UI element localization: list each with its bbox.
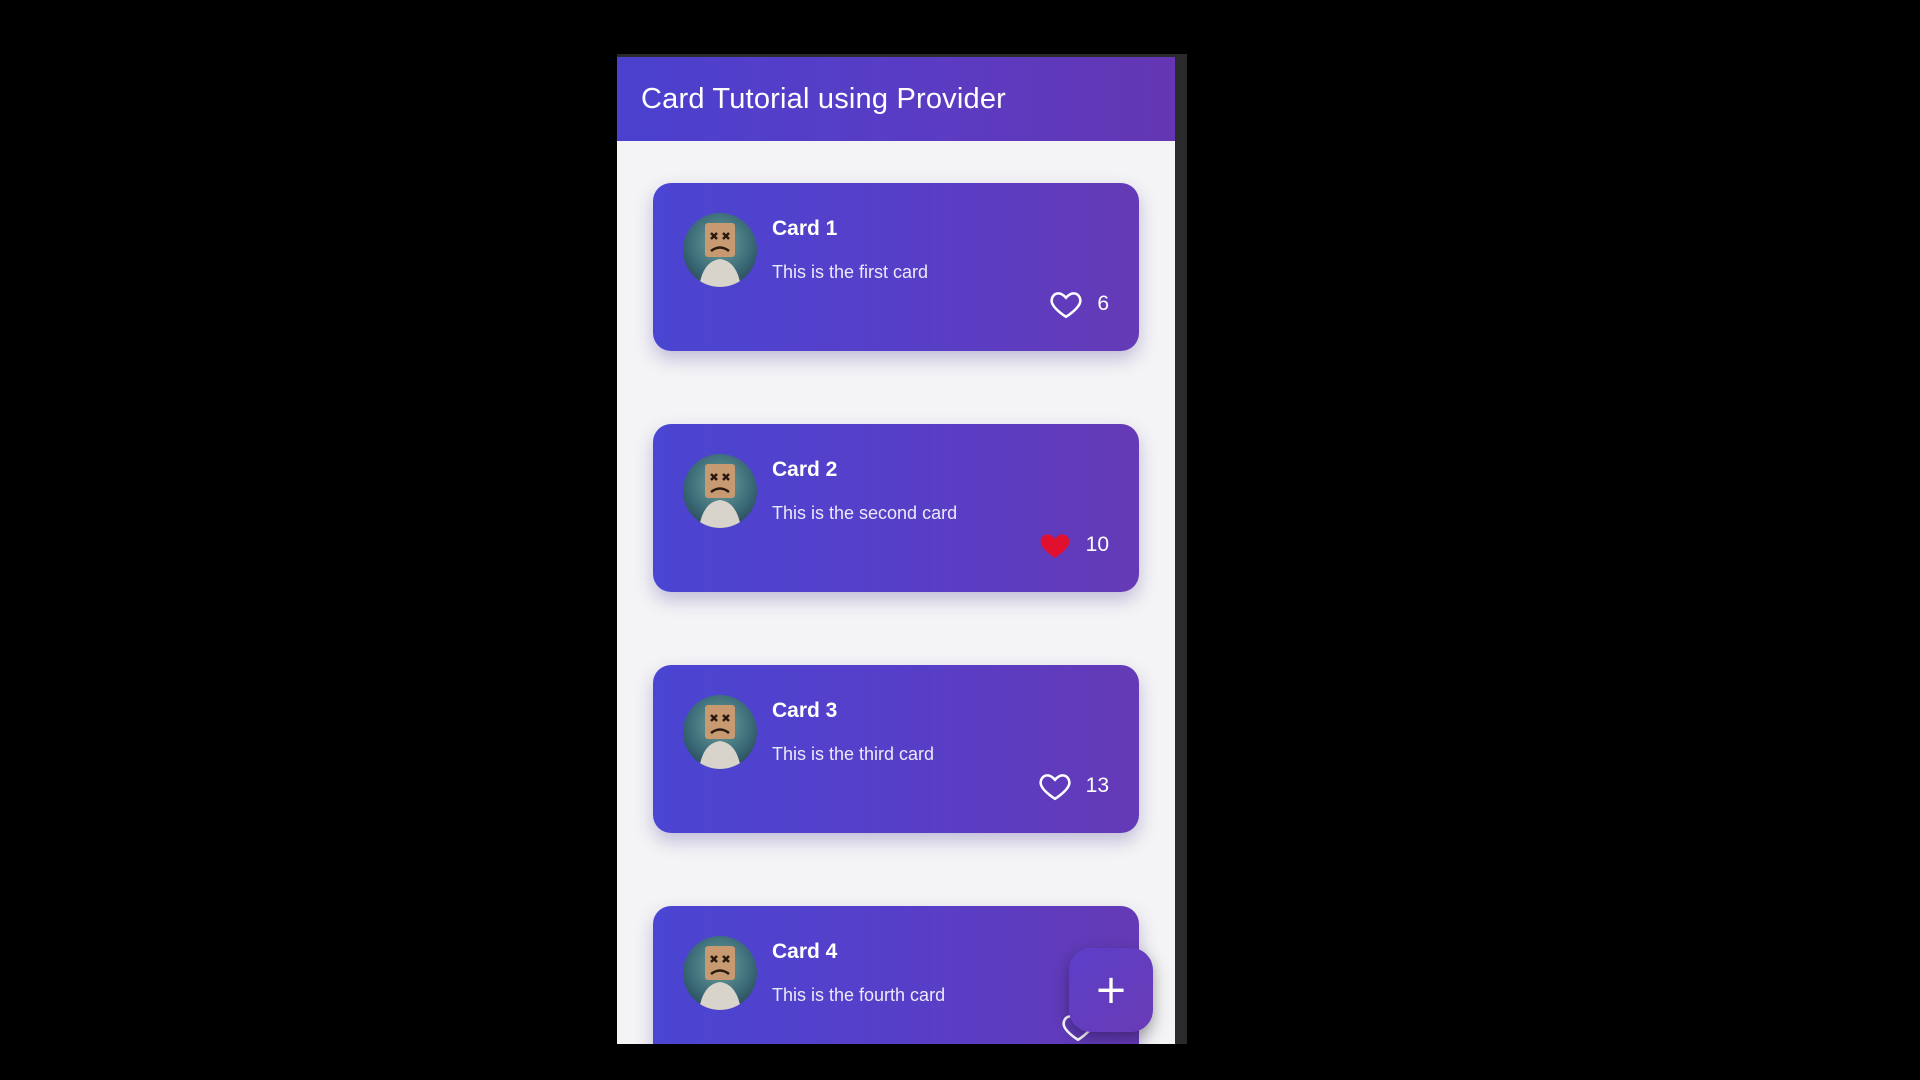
avatar (683, 695, 757, 769)
heart-outline-icon[interactable] (1049, 287, 1083, 321)
like-control: 10 (1038, 528, 1109, 562)
card-title: Card 1 (772, 217, 838, 240)
avatar-image-icon (699, 946, 741, 1010)
card-1[interactable]: Card 1 This is the first card 6 (653, 183, 1139, 351)
heart-outline-icon[interactable] (1038, 769, 1072, 803)
avatar (683, 454, 757, 528)
app-screen: Card Tutorial using Provider Card 1 This… (617, 57, 1175, 1044)
heart-filled-icon[interactable] (1038, 528, 1072, 562)
card-title: Card 3 (772, 699, 838, 722)
card-subtitle: This is the second card (772, 503, 958, 523)
card-3[interactable]: Card 3 This is the third card 13 (653, 665, 1139, 833)
like-count: 13 (1085, 774, 1109, 797)
plus-icon: + (1094, 967, 1128, 1013)
like-count: 6 (1097, 292, 1109, 315)
app-bar: Card Tutorial using Provider (617, 57, 1175, 141)
card-4[interactable]: Card 4 This is the fourth card (653, 906, 1139, 1044)
card-2[interactable]: Card 2 This is the second card 10 (653, 424, 1139, 592)
card-title: Card 4 (772, 940, 838, 963)
avatar-image-icon (699, 705, 741, 769)
like-control: 6 (1049, 287, 1109, 321)
avatar-image-icon (699, 464, 741, 528)
card-title: Card 2 (772, 458, 838, 481)
card-subtitle: This is the first card (772, 262, 929, 282)
card-subtitle: This is the fourth card (772, 985, 946, 1005)
add-card-button[interactable]: + (1069, 948, 1153, 1032)
avatar-image-icon (699, 223, 741, 287)
card-subtitle: This is the third card (772, 744, 935, 764)
like-count: 10 (1085, 533, 1109, 556)
avatar (683, 213, 757, 287)
phone-frame: Card Tutorial using Provider Card 1 This… (617, 54, 1187, 1044)
avatar (683, 936, 757, 1010)
app-bar-title: Card Tutorial using Provider (641, 82, 1007, 115)
like-control: 13 (1038, 769, 1109, 803)
